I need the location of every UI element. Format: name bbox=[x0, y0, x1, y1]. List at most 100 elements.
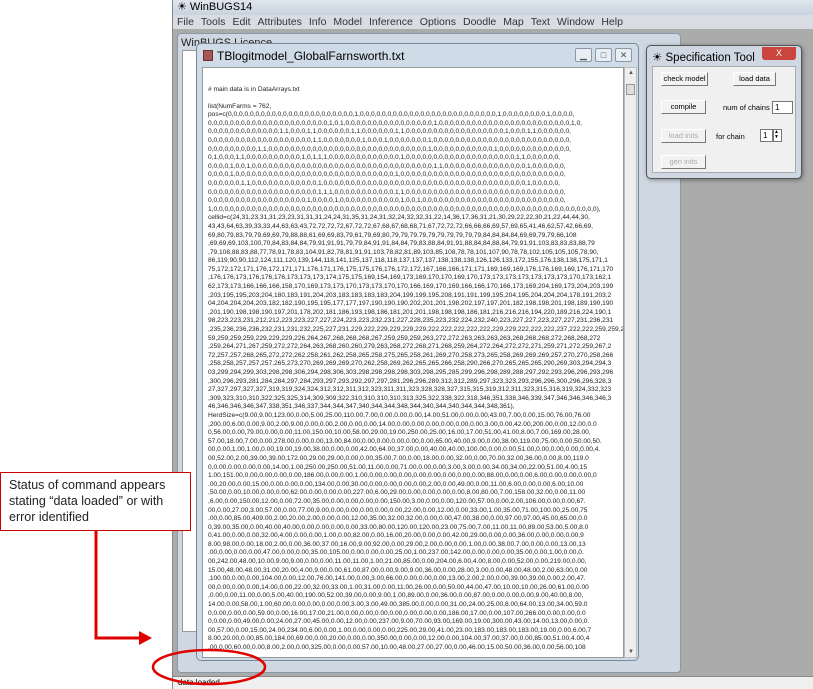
document-icon bbox=[203, 50, 213, 61]
app-title: WinBUGS14 bbox=[189, 1, 253, 13]
text-line: HerdSize=c(9.00,9.00,123.00,0.00,5.00,25… bbox=[208, 411, 591, 419]
text-line: 0,0,0,0,0,0,0,0,0,0,0,0,0,0,0,0,0,0,0,0,… bbox=[208, 188, 566, 196]
text-line: 1.00,151.00,0.00,0.00,0.00,0.00,186.00,0… bbox=[208, 472, 597, 480]
text-line: 14.00,0.00,58.00,1.00,60.00,0.00,0.00,0.… bbox=[208, 601, 588, 609]
text-line: 00,52.00,2.00,39.00,39.00,172.00,29.00,2… bbox=[208, 454, 589, 462]
text-line: 0,0.00,0.00,49.00,0.00,24.00,27.00,45.00… bbox=[208, 618, 590, 626]
menu-info[interactable]: Info bbox=[309, 15, 327, 29]
text-line: 03,299,294,299,303,298,298,306,294,298,3… bbox=[208, 369, 614, 376]
for-chain-label: for chain bbox=[716, 132, 745, 141]
text-line: ,176,176,173,176,176,176,173,173,173,174… bbox=[208, 274, 612, 282]
text-line: 43,43,64,63,39,33,33,44,63,63,43,72,72,7… bbox=[208, 222, 593, 230]
text-line: .00,0.00,60.00,0.00,8.00,2.00,0.00,325.0… bbox=[208, 644, 586, 651]
num-chains-label: num of chains bbox=[723, 103, 770, 112]
text-line: ,300,296,293,281,284,284,297,284,293,297… bbox=[208, 377, 612, 385]
text-line: 00,57.00,0.00,15.00,24.00,234.00,6.00,0.… bbox=[208, 626, 592, 634]
text-line: 04,204,204,204,203,182,182,190,195,195,1… bbox=[208, 300, 614, 308]
compile-button[interactable]: compile bbox=[661, 100, 706, 114]
for-chain-spinner-icon[interactable]: ▲ ▼ bbox=[773, 129, 782, 142]
spec-tool-close-button[interactable]: X bbox=[762, 47, 796, 60]
text-line: ,79,108,88,83,88,77,78,91,78,83,104,91,8… bbox=[208, 248, 599, 256]
scroll-up-arrow-icon[interactable]: ▲ bbox=[628, 70, 634, 76]
menu-inference[interactable]: Inference bbox=[369, 15, 413, 29]
close-button[interactable]: ✕ bbox=[615, 48, 632, 62]
minimize-button[interactable]: ▁ bbox=[575, 48, 592, 62]
specification-tool-window[interactable]: ☀ Specification Tool X check model load … bbox=[646, 45, 802, 179]
text-line: 00,0.00,0.00,0.00,14.00,0.00,22.00,32.00… bbox=[208, 583, 589, 591]
text-line: ,258,258,257,257,257,265,273,270,269,269… bbox=[208, 360, 612, 368]
gen-inits-button[interactable]: gen inits bbox=[661, 155, 706, 169]
text-line: ,50.00,0.00,10.00,0.00,0.00,62.00,0.00,0… bbox=[208, 489, 586, 497]
menu-help[interactable]: Help bbox=[601, 15, 623, 29]
text-line: 00,0.00,27.00,3.00,57.00,0.00,77.00,9.00… bbox=[208, 506, 588, 514]
text-line: 0,0.00,0.00,0.00,0.00,14.00,1.00,250.00,… bbox=[208, 463, 587, 471]
text-line: ,0.00,0.00,11.00,0.00,5.00,40.00,190.00,… bbox=[208, 592, 584, 600]
app-title-bar: ☀ WinBUGS14 bbox=[173, 0, 813, 15]
text-line: 1,0,0,0,0,0,0,0,0,0,0,0,0,0,0,0,0,0,0,0,… bbox=[208, 205, 601, 213]
text-line: 98,223,223,231,212,212,223,223,227,227,2… bbox=[208, 317, 614, 325]
text-line: 0,0,0,0,0,0,0,0,0,1,1,0,0,0,0,0,0,0,0,0,… bbox=[208, 145, 571, 153]
text-line: .00,0.00,0.00,0.00,47.00,0.00,0.00,35.00… bbox=[208, 549, 584, 557]
text-line: ,203,195,195,203,204,180,183,191,204,203… bbox=[208, 291, 612, 299]
spec-tool-body: check model load data compile num of cha… bbox=[652, 66, 796, 173]
document-window[interactable]: TBlogitmodel_GlobalFarnsworth.txt ▁ □ ✕ … bbox=[196, 43, 639, 661]
text-line: 57.00,18.00,7.00,0.00,278.00,0.00,0.00,1… bbox=[208, 437, 602, 445]
text-line: ,235,236,236,236,232,231,231,232,225,227… bbox=[208, 326, 624, 334]
spec-tool-title: Specification Tool bbox=[665, 52, 755, 64]
text-line: ,259,264,271,267,259,272,272,264,263,268… bbox=[208, 343, 612, 351]
text-line: ,100.00,0.00,0.00,104.00,0.00,12.00,76.0… bbox=[208, 575, 586, 583]
menu-model[interactable]: Model bbox=[333, 15, 362, 29]
vertical-scrollbar[interactable]: ▲ ▼ bbox=[624, 67, 637, 658]
maximize-button[interactable]: □ bbox=[595, 48, 612, 62]
load-data-button[interactable]: load data bbox=[733, 72, 776, 86]
text-line: 0,0,0,0,1,0,0,0,0,0,0,0,0,0,0,0,0,0,0,0,… bbox=[208, 171, 566, 179]
check-model-button[interactable]: check model bbox=[661, 72, 708, 86]
for-chain-input[interactable]: 1 bbox=[760, 129, 773, 142]
app-icon: ☀ bbox=[177, 1, 190, 13]
text-line: 0,0.00,0.00,0.00,59.00,0.00,16.00,17.00,… bbox=[208, 609, 586, 617]
status-bar: data loaded bbox=[173, 676, 813, 689]
num-chains-input[interactable]: 1 bbox=[772, 101, 793, 114]
text-line: 72,257,257,268,265,272,272,262,258,261,2… bbox=[208, 351, 614, 359]
text-line: cellid=c(24,31,23,31,31,23,23,31,31,31,2… bbox=[208, 214, 590, 222]
text-line: 8.00,20.00,0.00,85.00,184.00,69.00,0.00,… bbox=[208, 635, 590, 643]
text-line: 0,0,0,0,1,0,0,1,0,0,0,0,0,0,0,0,0,0,0,0,… bbox=[208, 162, 566, 170]
menu-attributes[interactable]: Attributes bbox=[258, 15, 302, 29]
menu-file[interactable]: File bbox=[177, 15, 194, 29]
text-line: 0,0,0,0,0,0,0,0,0,0,0,0,0,1,1,0,0,0,1,1,… bbox=[208, 128, 571, 136]
text-line: 69,80,79,83,79,79,69,69,79,88,88,61,69,6… bbox=[208, 231, 577, 239]
winbugs-app-window: ☀ WinBUGS14 File Tools Edit Attributes Info M… bbox=[172, 0, 813, 689]
text-line: 0,39.00,35.00,0.00,40.00,40.00,0.00,0.00… bbox=[208, 523, 589, 531]
text-line: 0,56.00,0.00,79.00,0.00,0.00,11.00,150.0… bbox=[208, 429, 591, 437]
text-line: ,6.00,0.00,150.00,12.00,0.00,72.00,35.00… bbox=[208, 497, 586, 505]
text-line: 0,41.00,0.00,0.00,32.00,4.00,0.00,0.00,1… bbox=[208, 532, 584, 540]
document-title: TBlogitmodel_GlobalFarnsworth.txt bbox=[217, 48, 405, 63]
load-inits-button[interactable]: load inits bbox=[661, 129, 706, 143]
menu-tools[interactable]: Tools bbox=[201, 15, 226, 29]
text-line: .00,0.00,85.00,409.00,2.00,20.00,2.00,0.… bbox=[208, 515, 588, 523]
menu-edit[interactable]: Edit bbox=[232, 15, 250, 29]
text-line: 86,119,90,90,112,124,111,120,139,144,118… bbox=[208, 257, 608, 265]
menu-map[interactable]: Map bbox=[503, 15, 523, 29]
text-line: list(NumFarms = 762, bbox=[208, 102, 272, 110]
scroll-thumb[interactable] bbox=[626, 84, 635, 95]
annotation-callout: Status of command appears stating “data … bbox=[0, 472, 191, 531]
text-line: 75,172,172,171,176,172,171,171,176,171,1… bbox=[208, 265, 614, 273]
menu-text[interactable]: Text bbox=[531, 15, 550, 29]
text-line-comment: # main data is in DataArrays.txt bbox=[208, 86, 300, 93]
annotation-arrow-line bbox=[94, 531, 142, 640]
text-line: ,69,69,69,103,100,70,84,83,84,84,79,91,9… bbox=[208, 240, 595, 248]
text-line: 8.00,98.00,0.00,18.00,2.00,0.00,36.00,37… bbox=[208, 540, 586, 548]
menu-options[interactable]: Options bbox=[420, 15, 456, 29]
text-line: 0,0,0,0,0,0,0,0,0,0,0,0,0,0,0,0,0,0,0,0,… bbox=[208, 119, 582, 127]
scroll-down-arrow-icon[interactable]: ▼ bbox=[628, 649, 634, 655]
text-line: 00,0.00,1.00,1.00,0.00,19.00,19.00,38.00… bbox=[208, 446, 601, 454]
menu-doodle[interactable]: Doodle bbox=[463, 15, 496, 29]
text-line: ,201,190,198,198,190,197,201,178,202,181… bbox=[208, 308, 612, 316]
document-text-area[interactable]: # main data is in DataArrays.txt list(Nu… bbox=[202, 67, 624, 658]
text-line: 0,0,0,0,0,0,1,1,0,0,0,0,0,0,0,0,0,0,0,0,… bbox=[208, 179, 560, 187]
text-line: ,200.00,6.00,0.00,9.00,2.00,9.00,0.00,0.… bbox=[208, 420, 597, 428]
text-line: 00,242.00,48.00,10.00,9.00,9.00,0.00,0.0… bbox=[208, 558, 587, 566]
menu-window[interactable]: Window bbox=[557, 15, 594, 29]
text-line: .00,20.00,0.00,15.00,0.00,0.00,0.00,134.… bbox=[208, 480, 584, 488]
